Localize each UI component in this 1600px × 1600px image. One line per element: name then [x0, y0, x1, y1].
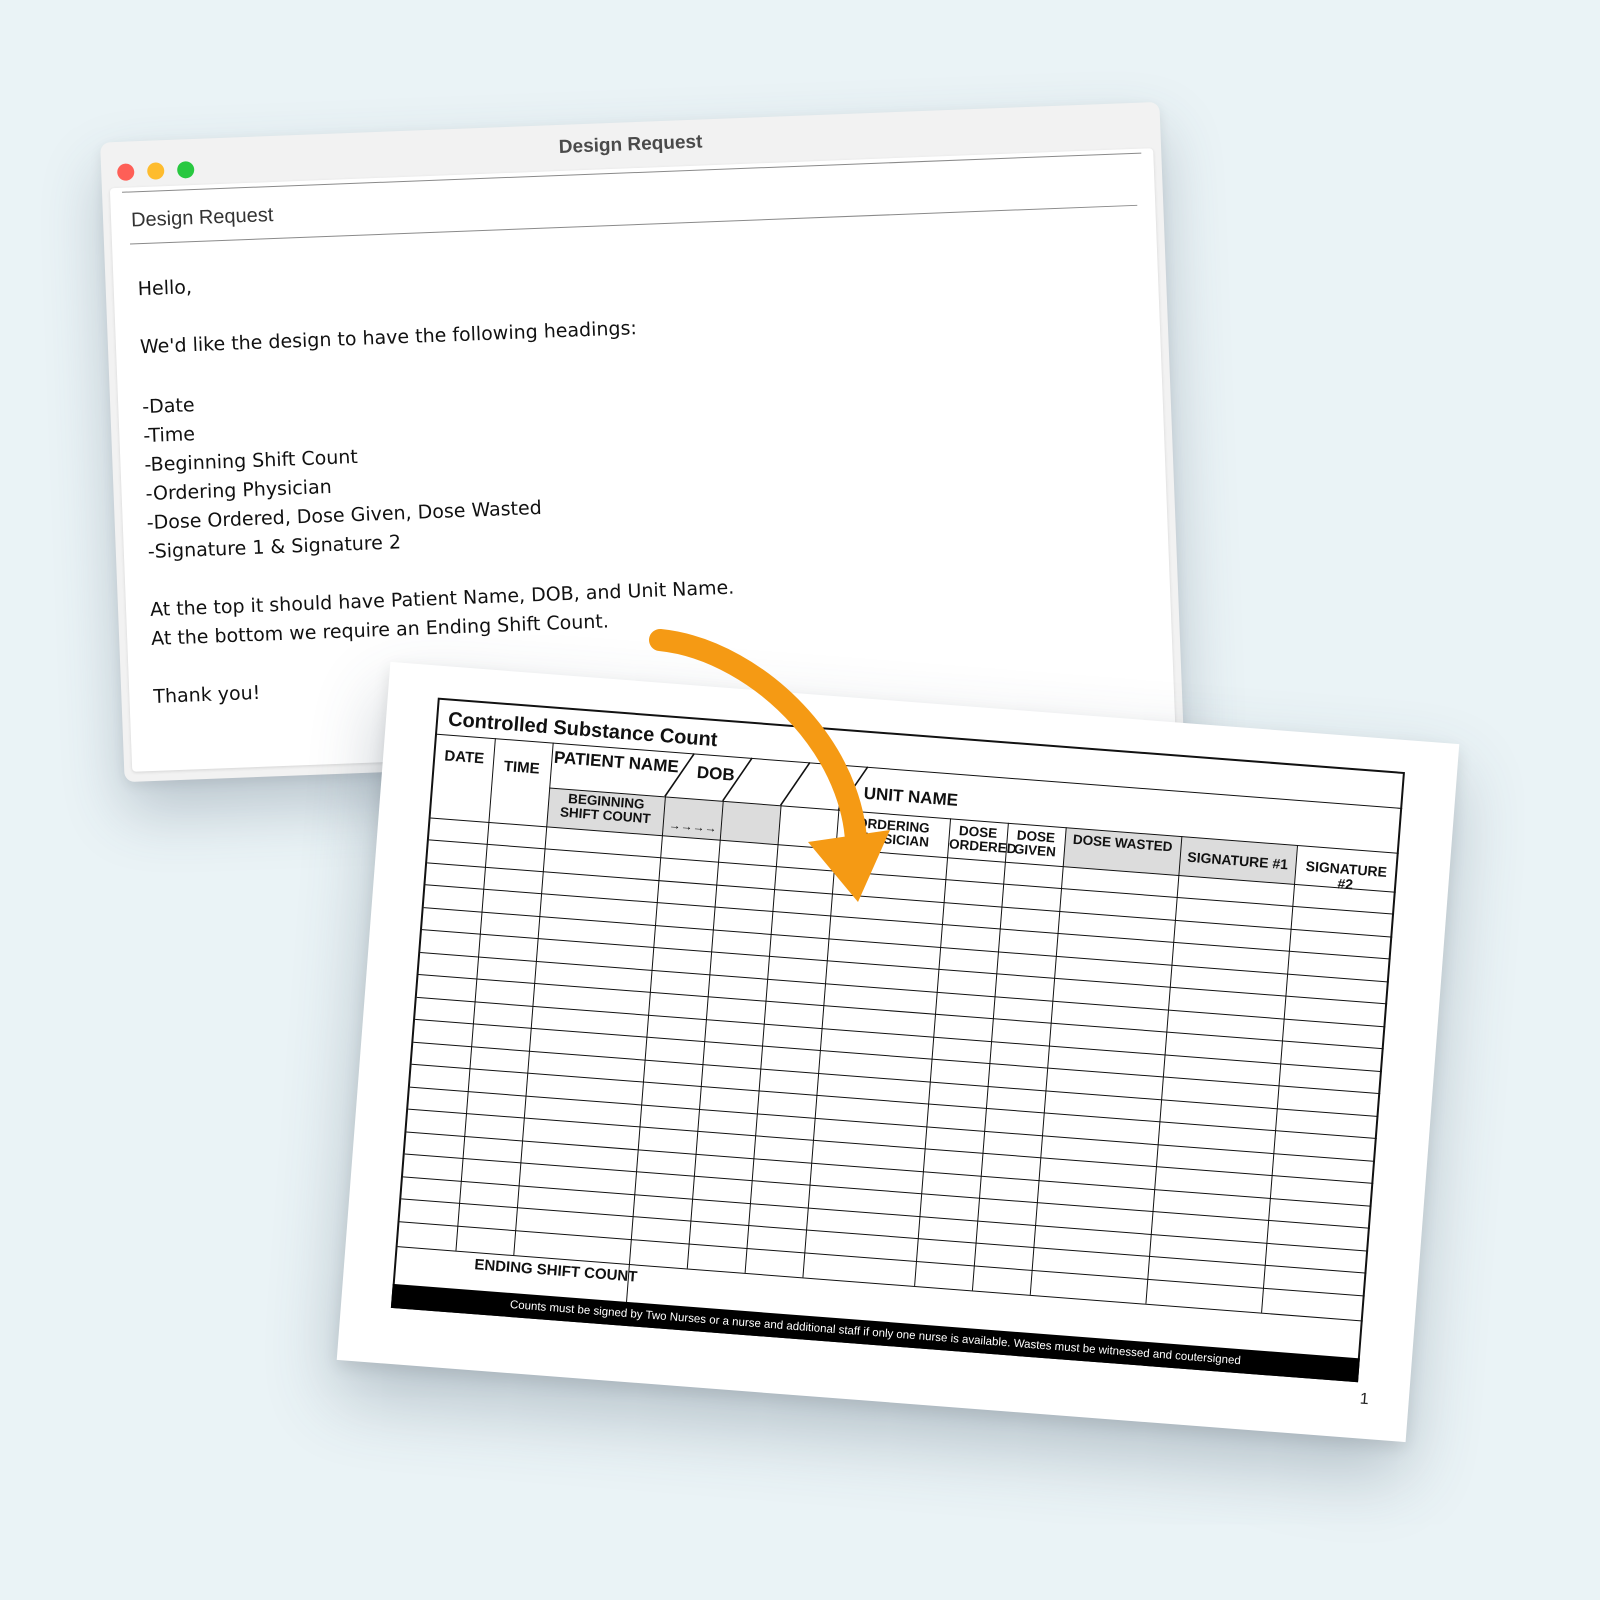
table-row-line — [411, 1063, 1377, 1139]
table-row-line — [409, 1086, 1376, 1162]
table-row-line — [423, 907, 1389, 983]
divider — [130, 204, 1138, 245]
page-number: 1 — [1359, 1390, 1370, 1409]
table-row-line — [420, 952, 1386, 1028]
table-row-line — [402, 1176, 1369, 1252]
message-subject: Design Request — [130, 203, 274, 232]
table-row-line — [408, 1108, 1374, 1184]
table-row-line — [413, 1041, 1379, 1118]
table-row-line — [404, 1153, 1370, 1229]
ending-shift-count-label: ENDING SHIFT COUNT — [473, 1256, 638, 1286]
table-row-line — [425, 884, 1391, 960]
table-row-line — [415, 1018, 1381, 1095]
message-panel: Design Request Hello, We'd like the desi… — [109, 148, 1176, 772]
header-dob: DOB — [696, 762, 736, 785]
form-footer-note: Counts must be signed by Two Nurses or a… — [390, 1283, 1360, 1383]
header-dose-given: DOSE GIVEN — [1013, 827, 1057, 860]
table-row-line — [406, 1131, 1372, 1207]
controlled-substance-form: Controlled Substance Count DATE TIME PAT… — [390, 697, 1405, 1383]
header-dose-ordered: DOSE ORDERED — [948, 823, 1018, 857]
header-signature-2: SIGNATURE #2 — [1305, 857, 1388, 893]
message-body: Hello, We'd like the design to have the … — [137, 241, 1053, 712]
design-request-window: Design Request Design Request Hello, We'… — [100, 101, 1184, 783]
table-row-line — [399, 1221, 1365, 1297]
table-row-line — [416, 996, 1382, 1073]
table-row-line — [421, 929, 1388, 1005]
table-row-line — [418, 973, 1384, 1050]
form-sheet: Controlled Substance Count DATE TIME PAT… — [336, 661, 1460, 1443]
